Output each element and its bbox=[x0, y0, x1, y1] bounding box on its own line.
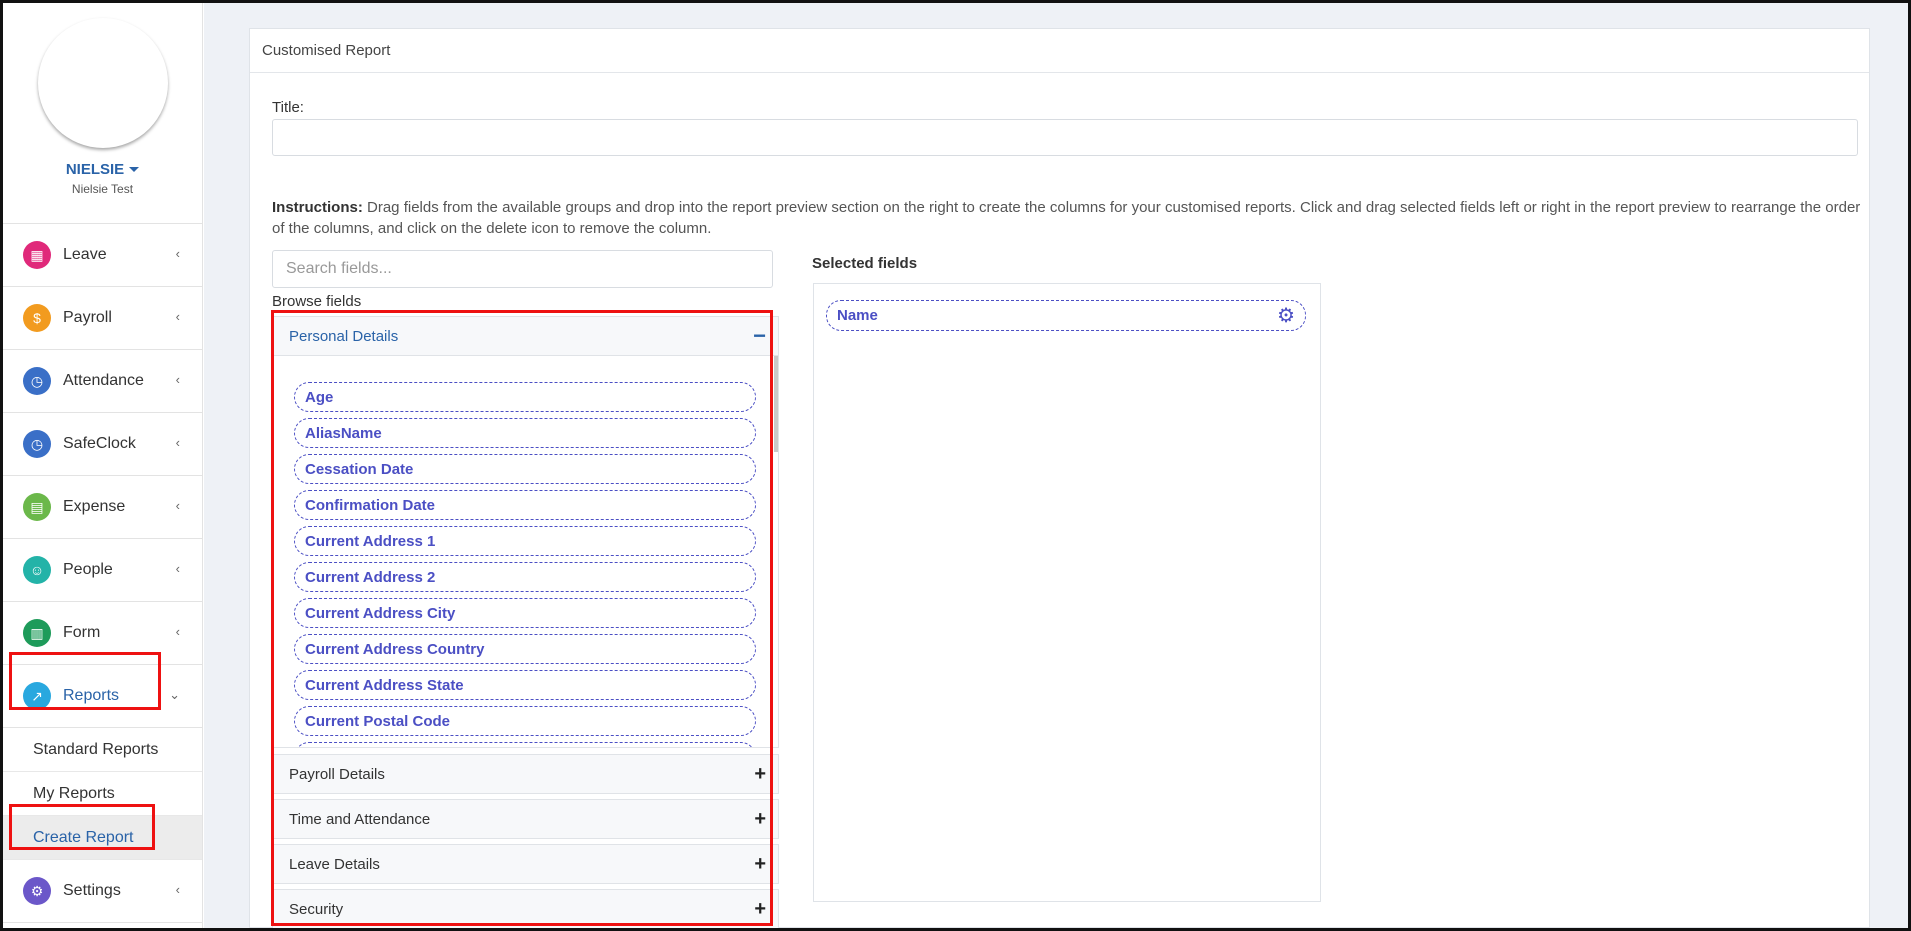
field-chip[interactable]: Current Postal Code bbox=[294, 706, 756, 736]
sidebar-item-people[interactable]: ☺ People ‹ bbox=[3, 539, 202, 602]
sidebar-item-safeclock[interactable]: ◷ SafeClock ‹ bbox=[3, 413, 202, 476]
clock-icon: ◷ bbox=[23, 367, 51, 395]
search-fields-input[interactable] bbox=[272, 250, 773, 288]
sidebar-item-label: Form bbox=[63, 624, 101, 641]
field-groups: Personal Details − Age AliasName Cessation… bbox=[272, 316, 779, 929]
nav-list: ▦ Leave ‹ $ Payroll ‹ ◷ Attendance ‹ ◷ SafeClock ‹ ▤… bbox=[3, 224, 202, 665]
browse-fields-label: Browse fields bbox=[272, 293, 362, 310]
user-name: NIELSIE bbox=[65, 161, 125, 178]
field-chip[interactable]: AliasName bbox=[294, 418, 756, 448]
sidebar-item-expense[interactable]: ▤ Expense ‹ bbox=[3, 476, 202, 539]
group-header-security[interactable]: Security + bbox=[272, 889, 779, 929]
chevron-left-icon: ‹ bbox=[175, 561, 180, 576]
field-chip[interactable]: Current Address 1 bbox=[294, 526, 756, 556]
selected-fields-panel[interactable]: Name ⚙ bbox=[813, 283, 1321, 902]
sidebar-item-label: Attendance bbox=[63, 372, 144, 389]
chevron-left-icon: ‹ bbox=[175, 372, 180, 387]
group-header-leave-details[interactable]: Leave Details + bbox=[272, 844, 779, 884]
instructions-text: Drag fields from the available groups an… bbox=[272, 199, 1861, 237]
sidebar-item-form[interactable]: ▥ Form ‹ bbox=[3, 602, 202, 665]
collapse-icon[interactable]: − bbox=[753, 325, 766, 347]
sidebar: NIELSIE Nielsie Test ▦ Leave ‹ $ Payroll ‹ ◷ At… bbox=[3, 3, 203, 928]
people-icon: ☺ bbox=[23, 556, 51, 584]
sidebar-item-label: Expense bbox=[63, 498, 126, 515]
chevron-left-icon: ‹ bbox=[175, 435, 180, 450]
chevron-left-icon: ‹ bbox=[175, 246, 180, 261]
sidebar-item-label: Reports bbox=[63, 687, 120, 704]
avatar[interactable] bbox=[37, 18, 168, 148]
field-chip[interactable]: Date of Birth bbox=[294, 742, 756, 747]
chevron-left-icon: ‹ bbox=[175, 624, 180, 639]
field-chip[interactable]: Current Address State bbox=[294, 670, 756, 700]
sidebar-item-leave[interactable]: ▦ Leave ‹ bbox=[3, 224, 202, 287]
selected-field-label: Name bbox=[837, 307, 878, 324]
sidebar-item-settings[interactable]: ⚙ Settings ‹ bbox=[3, 860, 202, 923]
selected-fields-label: Selected fields bbox=[812, 255, 918, 272]
caret-down-icon bbox=[129, 167, 140, 172]
group-label: Security bbox=[289, 900, 344, 918]
sidebar-item-payroll[interactable]: $ Payroll ‹ bbox=[3, 287, 202, 350]
group-header-payroll-details[interactable]: Payroll Details + bbox=[272, 754, 779, 794]
group-label: Time and Attendance bbox=[289, 810, 431, 828]
field-chip[interactable]: Cessation Date bbox=[294, 454, 756, 484]
sidebar-item-reports[interactable]: ↗ Reports ⌄ bbox=[3, 665, 202, 728]
form-icon: ▥ bbox=[23, 619, 51, 647]
field-chip[interactable]: Current Address Country bbox=[294, 634, 756, 664]
chevron-left-icon: ‹ bbox=[175, 498, 180, 513]
sidebar-item-label: Payroll bbox=[63, 309, 112, 326]
receipt-icon: ▤ bbox=[23, 493, 51, 521]
report-card: Customised Report Title: Instructions: D… bbox=[249, 28, 1870, 929]
profile-section: NIELSIE Nielsie Test bbox=[3, 18, 202, 224]
personal-details-fields: Age AliasName Cessation Date Confirmation D… bbox=[272, 356, 779, 748]
chevron-left-icon: ‹ bbox=[175, 309, 180, 324]
title-label: Title: bbox=[272, 99, 304, 116]
group-header-personal-details[interactable]: Personal Details − bbox=[272, 316, 779, 356]
expand-icon[interactable]: + bbox=[754, 854, 766, 874]
chevron-down-icon: ⌄ bbox=[169, 687, 180, 702]
field-chip[interactable]: Current Address 2 bbox=[294, 562, 756, 592]
group-label: Leave Details bbox=[289, 855, 380, 873]
card-title: Customised Report bbox=[250, 29, 1869, 73]
sidebar-item-label: Settings bbox=[63, 882, 121, 899]
field-chip[interactable]: Confirmation Date bbox=[294, 490, 756, 520]
user-menu-toggle[interactable]: NIELSIE bbox=[3, 161, 202, 178]
user-subtitle: Nielsie Test bbox=[71, 182, 134, 196]
chevron-left-icon: ‹ bbox=[175, 882, 180, 897]
field-chip[interactable]: Current Address City bbox=[294, 598, 756, 628]
expand-icon[interactable]: + bbox=[754, 899, 766, 919]
field-chip[interactable]: Age bbox=[294, 382, 756, 412]
main-content: Customised Report Title: Instructions: D… bbox=[204, 3, 1908, 929]
group-label: Payroll Details bbox=[289, 765, 385, 783]
gear-icon[interactable]: ⚙ bbox=[1277, 306, 1295, 326]
group-label: Personal Details bbox=[289, 327, 399, 345]
sidebar-item-label: SafeClock bbox=[63, 435, 136, 452]
expand-icon[interactable]: + bbox=[754, 764, 766, 784]
sidebar-item-label: People bbox=[63, 561, 113, 578]
payroll-icon: $ bbox=[23, 304, 51, 332]
chart-icon: ↗ bbox=[23, 682, 51, 710]
instructions-heading: Instructions: bbox=[272, 199, 363, 216]
expand-icon[interactable]: + bbox=[754, 809, 766, 829]
sidebar-item-attendance[interactable]: ◷ Attendance ‹ bbox=[3, 350, 202, 413]
scrollbar[interactable] bbox=[774, 356, 778, 452]
gear-icon: ⚙ bbox=[23, 877, 51, 905]
calendar-icon: ▦ bbox=[23, 241, 51, 269]
group-header-time-and-attendance[interactable]: Time and Attendance + bbox=[272, 799, 779, 839]
sidebar-subitem-create-report[interactable]: Create Report bbox=[3, 816, 202, 860]
sidebar-subitem-my-reports[interactable]: My Reports bbox=[3, 772, 202, 816]
instructions: Instructions: Drag fields from the avail… bbox=[272, 197, 1862, 239]
safeclock-icon: ◷ bbox=[23, 430, 51, 458]
sidebar-subitem-standard-reports[interactable]: Standard Reports bbox=[3, 728, 202, 772]
sidebar-item-label: Leave bbox=[63, 246, 107, 263]
title-input[interactable] bbox=[272, 119, 1858, 156]
selected-field-chip[interactable]: Name ⚙ bbox=[826, 300, 1306, 331]
